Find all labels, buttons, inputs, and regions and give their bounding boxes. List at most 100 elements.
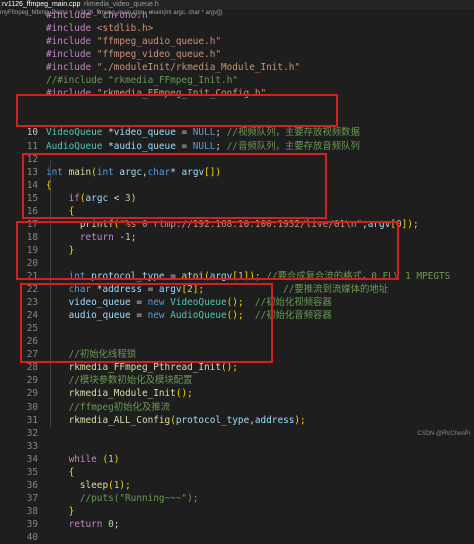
code-token: ( [96, 453, 109, 465]
code-text: { [46, 179, 52, 192]
line-number: 38 [26, 505, 38, 517]
code-line[interactable]: 27 //初始化线程锁 [0, 348, 474, 361]
code-line[interactable]: #include <stdlib.h> [0, 22, 474, 35]
code-text: //ffmpeg初始化及推流 [46, 401, 170, 414]
line-number: 34 [26, 453, 38, 465]
code-token: < [108, 192, 126, 204]
line-number: 35 [26, 466, 38, 478]
code-text: rkmedia_Module_Init(); [46, 387, 193, 400]
code-line[interactable] [0, 113, 474, 126]
code-token: main [68, 166, 92, 178]
code-line[interactable]: 20 [0, 257, 474, 270]
code-line[interactable]: 11 AudioQueue *audio_queue = NULL; //音频队列… [0, 140, 474, 153]
code-line[interactable]: 13 int main(int argc,char* argv[]) [0, 166, 474, 179]
code-line[interactable]: 15 if(argc < 3) [0, 192, 474, 205]
code-text: #include "./moduleInit/rkmedia_Module_In… [46, 61, 300, 74]
code-token: new [147, 310, 165, 322]
code-token: return [68, 518, 103, 530]
code-text: AudioQueue *audio_queue = NULL; //音频队列，主… [46, 140, 360, 153]
line-number: 30 [26, 401, 38, 413]
code-line[interactable]: 30 //ffmpeg初始化及推流 [0, 401, 474, 414]
code-line[interactable]: 14 { [0, 179, 474, 192]
code-line[interactable]: 28 rkmedia_FFmpeg_Pthread_Init(); [0, 361, 474, 374]
code-line[interactable]: 23 video_queue = new VideoQueue(); //初始化… [0, 296, 474, 309]
code-line[interactable]: #include "rkmedia_FFmpeg_Init_Config.h" [0, 87, 474, 100]
code-line[interactable]: 34 while (1) [0, 453, 474, 466]
code-token: char [68, 284, 92, 296]
code-token: } [46, 244, 75, 256]
code-token: //初始化线程锁 [68, 349, 137, 361]
code-line[interactable]: 21 int protocol_type = atoi(argv[1]); //… [0, 270, 474, 283]
code-line[interactable]: //#include "rkmedia_FFmpeg_Init.h" [0, 74, 474, 87]
code-line[interactable]: 24 audio_queue = new AudioQueue(); //初始化… [0, 309, 474, 322]
code-line[interactable]: 26 [0, 335, 474, 348]
code-line[interactable]: #include "ffmpeg_video_queue.h" [0, 48, 474, 61]
code-line[interactable]: #include "./moduleInit/rkmedia_Module_In… [0, 61, 474, 74]
code-text: { [46, 466, 75, 479]
code-token: int [46, 166, 63, 178]
code-token: } [46, 505, 75, 517]
code-line[interactable]: 29 rkmedia_Module_Init(); [0, 387, 474, 400]
code-token: AudioQueue [170, 310, 227, 322]
code-token: char [147, 166, 171, 178]
code-line[interactable]: 35 { [0, 466, 474, 479]
code-token: audio_queue [68, 310, 131, 322]
code-line[interactable]: 16 { [0, 205, 474, 218]
code-line[interactable]: 37 //puts("Running~~~"); [0, 492, 474, 505]
code-token: audio_queue [113, 140, 176, 152]
code-token: #include [46, 23, 97, 35]
code-text: VideoQueue *video_queue = NULL; //视频队列，主… [46, 126, 360, 139]
code-line[interactable]: 38 } [0, 505, 474, 518]
code-line[interactable]: 19 } [0, 244, 474, 257]
code-text: int main(int argc,char* argv[]) [46, 166, 221, 179]
code-token: //模块参数初始化及模块配置 [68, 375, 193, 387]
code-token: ]); [243, 271, 261, 282]
code-line[interactable]: 31 rkmedia_ALL_Config(protocol_type,addr… [0, 414, 474, 427]
code-token: argv [181, 166, 205, 178]
code-token: * [91, 284, 103, 296]
line-number: 20 [26, 257, 38, 269]
code-token: "%s 0 rtmp://192.168.10.100:1932/live/01… [119, 218, 363, 230]
code-line[interactable]: 12 [0, 153, 474, 166]
code-token: "ffmpeg_audio_queue.h" [96, 36, 221, 48]
code-line[interactable]: 29 //模块参数初始化及模块配置 [0, 374, 474, 387]
code-line[interactable]: #include "chrono.h" [0, 9, 474, 22]
code-line[interactable]: 18 return -1; [0, 231, 474, 244]
code-token: (); [220, 362, 238, 374]
code-line[interactable]: 32 [0, 427, 474, 440]
line-number: 31 [26, 414, 38, 426]
code-token: //初始化音频容器 [254, 310, 332, 322]
code-text: //初始化线程锁 [46, 348, 137, 361]
line-number: 22 [26, 284, 38, 296]
code-token: //要推流到流媒体的地址 [283, 284, 389, 296]
code-text: //puts("Running~~~"); [46, 492, 199, 505]
code-line[interactable]: 17 printf("%s 0 rtmp://192.168.10.100:19… [0, 218, 474, 231]
code-token: ; [113, 518, 120, 530]
code-token: * [102, 127, 114, 139]
code-line[interactable]: #include "ffmpeg_audio_queue.h" [0, 35, 474, 48]
code-token: argv [158, 284, 182, 296]
code-line[interactable]: 25 [0, 322, 474, 335]
code-token: <stdlib.h> [96, 23, 154, 35]
code-line[interactable] [0, 100, 474, 113]
code-text: #include "rkmedia_FFmpeg_Init_Config.h" [46, 87, 266, 100]
code-line[interactable]: 22 char *address = argv[2]; //要推流到流媒体的地址 [0, 283, 474, 296]
code-line[interactable]: 33 [0, 440, 474, 453]
code-line[interactable]: 36 sleep(1); [0, 479, 474, 492]
code-token: //音频队列，主要存放音频队列 [226, 140, 360, 152]
line-number: 21 [26, 271, 38, 282]
code-line[interactable]: 10 VideoQueue *video_queue = NULL; //视频队列… [0, 126, 474, 139]
code-line[interactable]: 40 [0, 531, 474, 544]
line-number: 28 [26, 362, 38, 374]
code-line[interactable]: 39 return 0; [0, 518, 474, 531]
code-editor[interactable]: #include "chrono.h" #include <stdlib.h> #i… [0, 0, 474, 543]
code-token: //ffmpeg初始化及推流 [68, 401, 170, 413]
line-number: 18 [26, 231, 38, 243]
